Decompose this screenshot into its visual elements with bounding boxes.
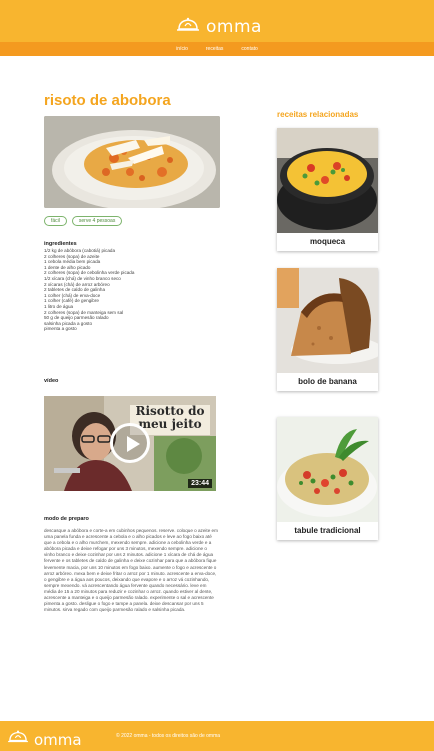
site-footer: omma © 2022 omma - todos os direitos são… bbox=[0, 721, 434, 751]
ingredients-heading: ingredientes bbox=[44, 241, 77, 247]
footer-brand-name: omma bbox=[34, 730, 82, 749]
recipe-title: risoto de abobora bbox=[44, 92, 171, 109]
tag-difficulty[interactable]: fácil bbox=[44, 216, 67, 226]
copyright-text: © 2022 omma - todos os direitos são de o… bbox=[116, 733, 221, 739]
ingredients-list: 1/2 kg de abóbora (cabotiá) picada 2 col… bbox=[44, 248, 224, 332]
risotto-dish-image bbox=[44, 116, 220, 208]
prep-heading: modo de preparo bbox=[44, 516, 89, 522]
ingredient-item: pimenta a gosto bbox=[44, 326, 77, 332]
main-nav: início receitas contato bbox=[0, 42, 434, 56]
banana-cake-image bbox=[277, 268, 378, 373]
nav-link-inicio[interactable]: início bbox=[176, 46, 188, 52]
brand-name: omma bbox=[206, 17, 262, 37]
header-brand[interactable]: omma bbox=[176, 14, 262, 40]
nav-link-receitas[interactable]: receitas bbox=[206, 46, 224, 52]
recipe-tags: fácil serve 4 pessoas bbox=[44, 216, 123, 226]
related-recipe-card[interactable]: tabule tradicional bbox=[277, 417, 378, 540]
related-recipe-label: moqueca bbox=[309, 237, 346, 246]
nav-link-contato[interactable]: contato bbox=[241, 46, 257, 52]
related-recipes-heading: receitas relacionadas bbox=[277, 110, 359, 119]
site-header: omma início receitas contato bbox=[0, 0, 434, 56]
tag-servings[interactable]: serve 4 pessoas bbox=[71, 216, 123, 226]
prep-instructions: descasque a abóbora e corte-a em cubinho… bbox=[44, 528, 218, 613]
play-icon[interactable] bbox=[110, 423, 150, 463]
recipe-video-player[interactable]: Risotto do meu jeito 23:44 bbox=[44, 396, 216, 491]
chef-hat-logo-icon bbox=[176, 15, 200, 40]
video-duration: 23:44 bbox=[188, 479, 212, 488]
related-recipe-card[interactable]: bolo de banana bbox=[277, 268, 378, 391]
tabbouleh-salad-image bbox=[277, 417, 378, 522]
chef-hat-logo-icon bbox=[7, 728, 29, 751]
related-recipe-label: tabule tradicional bbox=[294, 526, 361, 535]
video-heading: vídeo bbox=[44, 378, 59, 384]
related-recipe-card[interactable]: moqueca bbox=[277, 128, 378, 251]
moqueca-pot-image bbox=[277, 128, 378, 233]
footer-brand[interactable]: omma bbox=[7, 728, 82, 751]
related-recipe-label: bolo de banana bbox=[298, 377, 357, 386]
